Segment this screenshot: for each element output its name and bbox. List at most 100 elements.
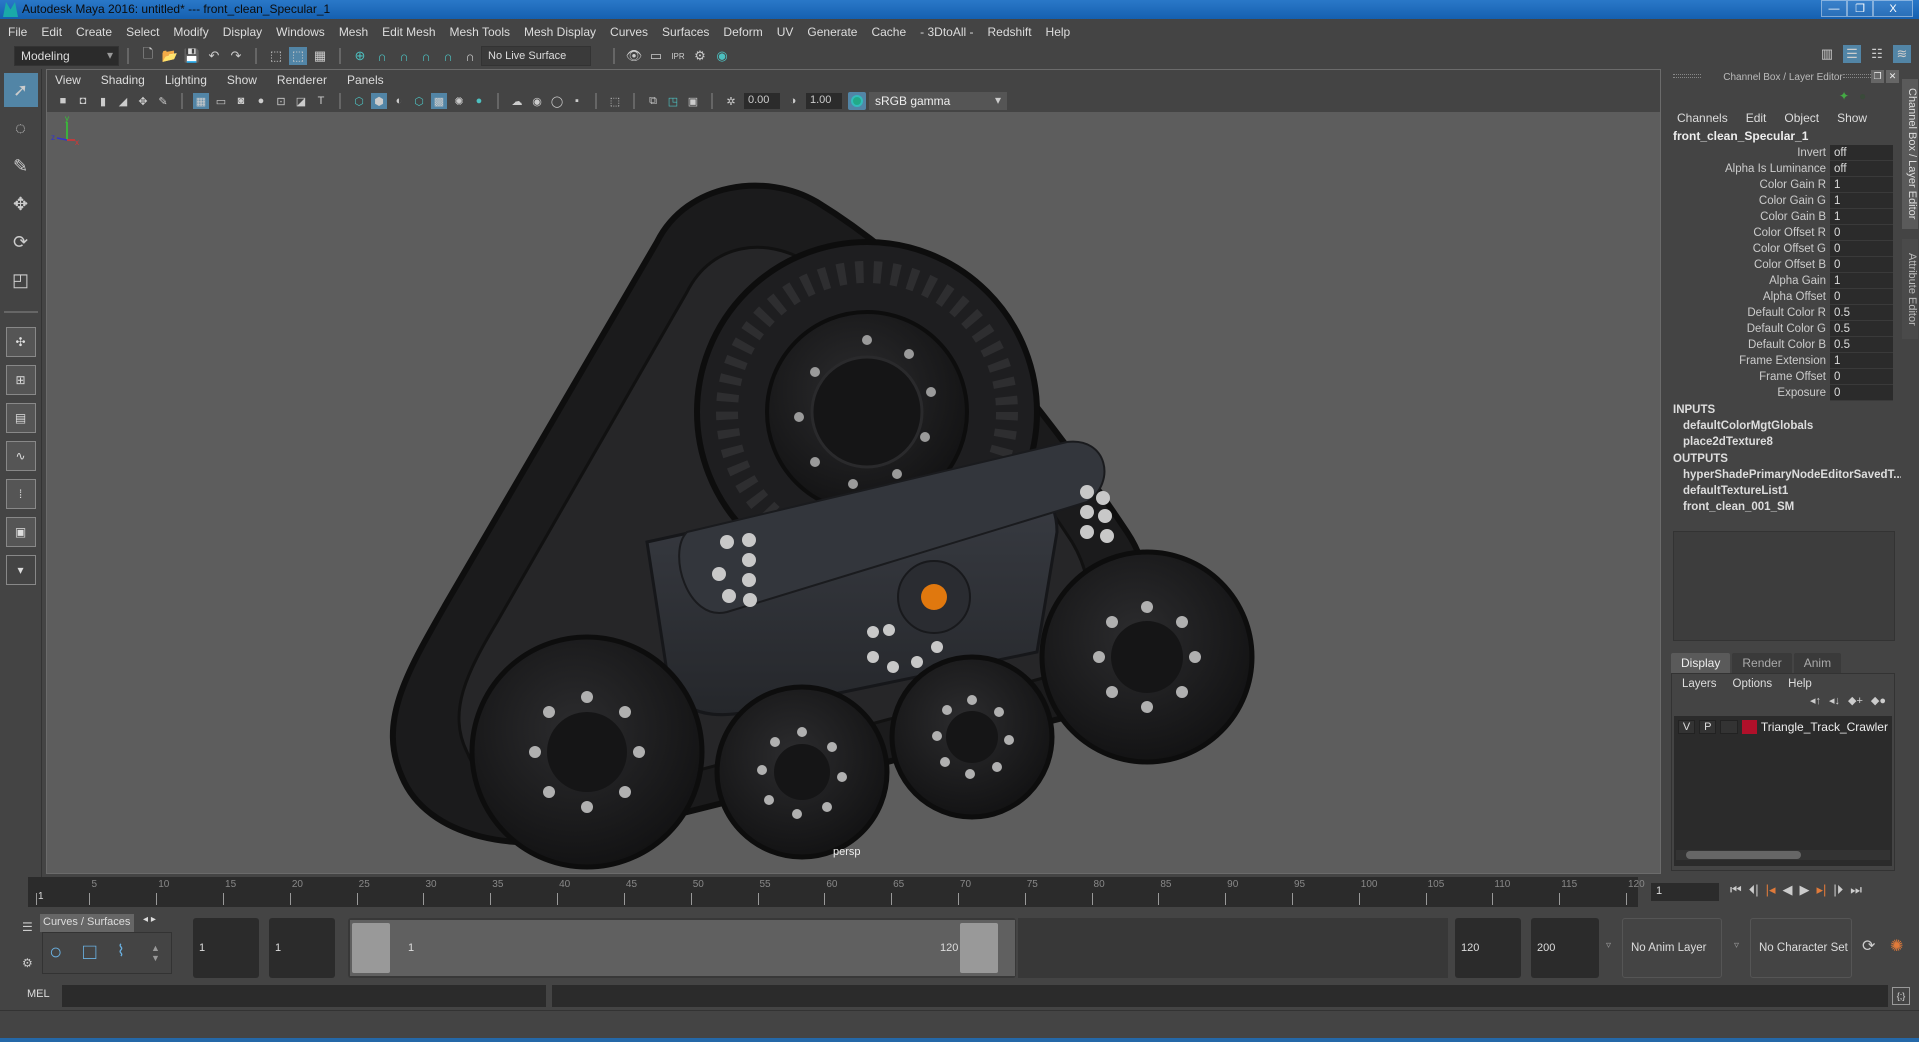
hypershade-persp-layout-icon[interactable]: ⁞	[5, 479, 36, 509]
menu-set-dropdown[interactable]: Modeling	[14, 46, 119, 66]
menu-edit-mesh[interactable]: Edit Mesh	[382, 25, 435, 39]
close-panel-icon[interactable]: ✕	[1886, 70, 1899, 83]
xray-icon[interactable]: ⬡	[411, 93, 427, 109]
play-forwards-icon[interactable]: ▶	[1800, 882, 1810, 898]
attribute-editor-toggle-icon[interactable]: ☰	[1843, 45, 1861, 63]
layer-playback-toggle[interactable]: P	[1699, 720, 1717, 734]
single-perspective-layout-icon[interactable]: ✣	[5, 327, 36, 357]
attribute-label[interactable]: Color Offset R	[1665, 225, 1830, 241]
layer-color-swatch[interactable]	[1741, 720, 1757, 734]
attribute-value[interactable]: off	[1830, 145, 1893, 161]
output-node[interactable]: hyperShadePrimaryNodeEditorSavedT...	[1665, 467, 1903, 483]
layer-menu-help[interactable]: Help	[1788, 678, 1812, 690]
snap-grid-icon[interactable]: ⊕	[351, 47, 369, 65]
attribute-label[interactable]: Alpha Offset	[1665, 289, 1830, 305]
shelf-tab[interactable]: Curves / Surfaces	[40, 914, 134, 932]
attribute-value[interactable]: 0	[1830, 289, 1893, 305]
attribute-row[interactable]: Color Offset G0	[1665, 241, 1901, 257]
two-d-pan-zoom-icon[interactable]: ✥	[135, 93, 151, 109]
layer-display-type-toggle[interactable]	[1720, 720, 1738, 734]
gamma-icon[interactable]: ◑	[785, 93, 801, 109]
persp-graph-layout-icon[interactable]: ∿	[5, 441, 36, 471]
start-time-field[interactable]: 1	[193, 918, 259, 978]
shadows-icon[interactable]: ●	[471, 93, 487, 109]
image-plane-icon[interactable]: ◢	[115, 93, 131, 109]
layer-visibility-toggle[interactable]: V	[1678, 720, 1696, 734]
attribute-value[interactable]: 0.5	[1830, 321, 1893, 337]
character-set-dropdown-icon[interactable]: ▿	[1734, 940, 1739, 951]
attribute-row[interactable]: Default Color G 0.5	[1665, 321, 1901, 337]
menu-edit[interactable]: Edit	[41, 25, 62, 39]
select-camera-icon[interactable]: ■	[55, 93, 71, 109]
shelf-prev-icon[interactable]: ◂	[143, 914, 148, 925]
menu-cache[interactable]: Cache	[871, 25, 906, 39]
step-back-key-icon[interactable]: |◂	[1766, 882, 1776, 898]
attribute-row[interactable]: Color Offset B0	[1665, 257, 1901, 273]
attribute-row[interactable]: Exposure 0	[1665, 385, 1901, 401]
attribute-value[interactable]: 1	[1830, 193, 1893, 209]
play-backwards-icon[interactable]: ◀	[1783, 882, 1793, 898]
layer-row[interactable]: V P Triangle_Track_Crawler	[1674, 716, 1892, 738]
field-chart-icon[interactable]: ⊡	[273, 93, 289, 109]
attribute-label[interactable]: Alpha Gain	[1665, 273, 1830, 289]
panel-menu-renderer[interactable]: Renderer	[277, 73, 327, 87]
move-layer-up-icon[interactable]: ◂↑	[1810, 694, 1821, 714]
attribute-row[interactable]: Invert off	[1665, 145, 1901, 161]
persp-outliner-graph-layout-icon[interactable]: ▣	[5, 517, 36, 547]
range-end-handle[interactable]	[960, 923, 998, 973]
axis-manip-icon[interactable]: ✦	[1839, 89, 1849, 103]
attribute-value[interactable]: off	[1830, 161, 1893, 177]
wireframe-icon[interactable]: ⬡	[351, 93, 367, 109]
attribute-value[interactable]: 0	[1830, 225, 1893, 241]
attribute-row[interactable]: Alpha Is Luminance off	[1665, 161, 1901, 177]
attribute-label[interactable]: Color Gain R	[1665, 177, 1830, 193]
playback-end-field[interactable]: 120	[1455, 918, 1521, 978]
attribute-label[interactable]: Color Gain B	[1665, 209, 1830, 225]
step-forward-frame-icon[interactable]: |⏵	[1833, 882, 1843, 898]
minimize-button[interactable]: —	[1821, 0, 1847, 17]
textured-icon[interactable]: ▩	[431, 93, 447, 109]
render-current-frame-icon[interactable]: ▭	[647, 47, 665, 65]
menu-mesh[interactable]: Mesh	[339, 25, 368, 39]
menu-surfaces[interactable]: Surfaces	[662, 25, 709, 39]
select-hierarchy-icon[interactable]: ⬚	[267, 47, 285, 65]
snap-projected-center-icon[interactable]: ∩	[417, 47, 435, 65]
select-tool-icon[interactable]: ➚	[3, 73, 38, 107]
attribute-row[interactable]: Default Color R 0.5	[1665, 305, 1901, 321]
range-slider[interactable]	[348, 918, 1016, 978]
menu-windows[interactable]: Windows	[276, 25, 325, 39]
bookmark-icon[interactable]: ▮	[95, 93, 111, 109]
tab-attribute-editor[interactable]: Attribute Editor	[1902, 239, 1918, 339]
attribute-label[interactable]: Default Color B	[1665, 337, 1830, 353]
modeling-toolkit-icon[interactable]: ▥	[1818, 45, 1836, 63]
attribute-value[interactable]: 1	[1830, 353, 1893, 369]
menu-redshift[interactable]: Redshift	[988, 25, 1032, 39]
ipr-render-icon[interactable]: IPR	[669, 47, 687, 65]
new-empty-layer-icon[interactable]: ◆+	[1848, 694, 1863, 714]
attribute-row[interactable]: Frame Offset 0	[1665, 369, 1901, 385]
attribute-value[interactable]: 0	[1830, 257, 1893, 273]
attribute-row[interactable]: Color Offset R0	[1665, 225, 1901, 241]
3d-viewport[interactable]: y z x persp	[47, 112, 1660, 873]
live-surface-field[interactable]: No Live Surface	[481, 46, 591, 66]
go-to-start-icon[interactable]: ⏮	[1730, 882, 1742, 898]
channel-menu-object[interactable]: Object	[1784, 111, 1819, 125]
paint-select-tool-icon[interactable]: ✎	[4, 149, 38, 183]
attribute-row[interactable]: Color Gain G1	[1665, 193, 1901, 209]
attribute-label[interactable]: Color Offset B	[1665, 257, 1830, 273]
new-layer-from-selected-icon[interactable]: ◆●	[1871, 694, 1886, 714]
save-scene-icon[interactable]: 💾	[183, 47, 201, 65]
render-view-icon[interactable]: 👁	[625, 47, 643, 65]
shelf-next-icon[interactable]: ▸	[151, 914, 156, 925]
panel-menu-lighting[interactable]: Lighting	[165, 73, 207, 87]
panel-menu-view[interactable]: View	[55, 73, 81, 87]
close-button[interactable]: X	[1873, 0, 1913, 17]
menu-display[interactable]: Display	[223, 25, 262, 39]
tool-settings-toggle-icon[interactable]: ☷	[1868, 45, 1886, 63]
make-live-icon[interactable]: ∩	[461, 47, 479, 65]
animation-preferences-icon[interactable]: ✺	[1890, 936, 1903, 956]
channel-menu-show[interactable]: Show	[1837, 111, 1867, 125]
attribute-row[interactable]: Frame Extension 1	[1665, 353, 1901, 369]
grease-pencil-icon[interactable]: ✎	[155, 93, 171, 109]
snap-point-icon[interactable]: ∩	[395, 47, 413, 65]
